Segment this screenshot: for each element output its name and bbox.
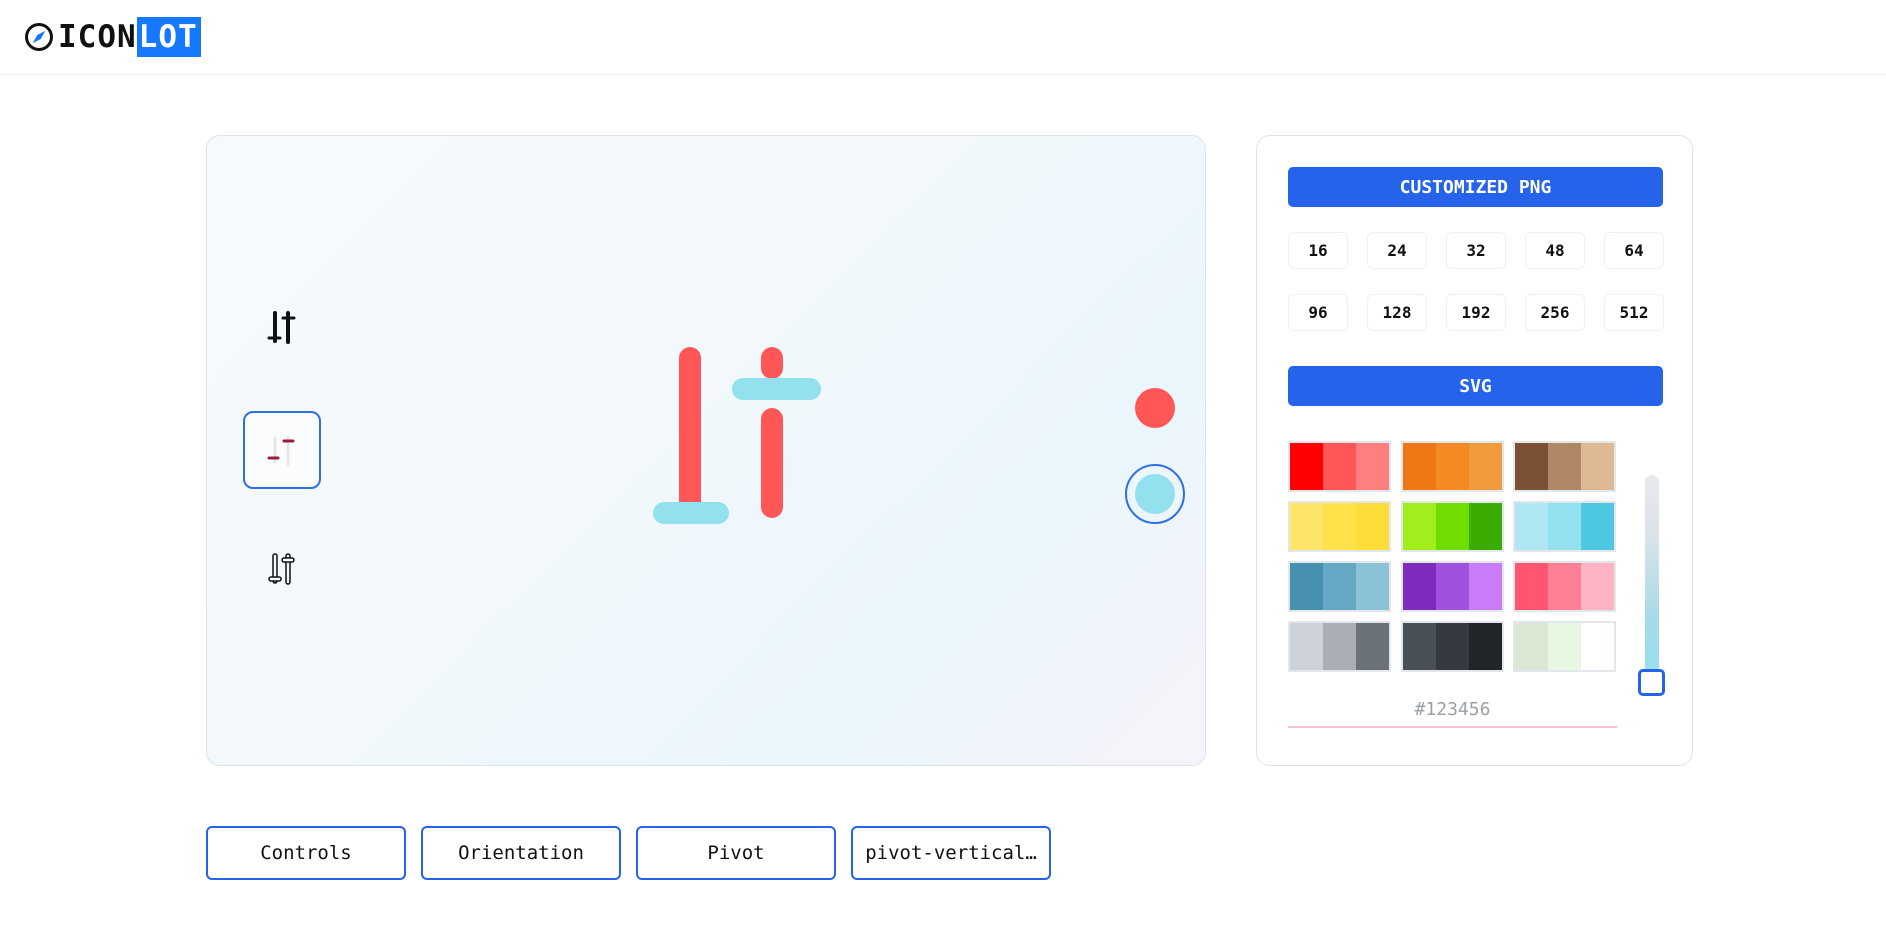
download-png-button[interactable]: CUSTOMIZED PNG bbox=[1288, 167, 1663, 207]
color-palette[interactable] bbox=[1288, 561, 1391, 612]
palette-swatch[interactable] bbox=[1469, 503, 1502, 550]
palette-swatch[interactable] bbox=[1469, 623, 1502, 670]
palette-swatch[interactable] bbox=[1548, 623, 1581, 670]
palette-swatch[interactable] bbox=[1356, 623, 1389, 670]
icon-preview-panel bbox=[206, 135, 1206, 766]
palette-swatch[interactable] bbox=[1356, 503, 1389, 550]
site-header: ICON LOT bbox=[0, 0, 1886, 75]
palette-swatch[interactable] bbox=[1436, 623, 1469, 670]
size-button-16[interactable]: 16 bbox=[1288, 232, 1348, 269]
color-palette[interactable] bbox=[1513, 441, 1616, 492]
color-palette[interactable] bbox=[1288, 441, 1391, 492]
palette-swatch[interactable] bbox=[1323, 623, 1356, 670]
color-palette[interactable] bbox=[1401, 561, 1504, 612]
size-button-48[interactable]: 48 bbox=[1525, 232, 1585, 269]
pivot-vertical-icon bbox=[653, 347, 821, 524]
tag-button[interactable]: Pivot bbox=[636, 826, 836, 880]
color-palette[interactable] bbox=[1513, 621, 1616, 672]
download-panel: CUSTOMIZED PNG SVG 16 24 32 48 64 96 128 192 256… bbox=[1256, 135, 1693, 766]
secondary-color-dot[interactable] bbox=[1125, 464, 1185, 524]
size-button-96[interactable]: 96 bbox=[1288, 294, 1348, 331]
color-palette[interactable] bbox=[1513, 501, 1616, 552]
palette-swatch[interactable] bbox=[1290, 563, 1323, 610]
palette-swatch[interactable] bbox=[1469, 443, 1502, 490]
palette-swatch[interactable] bbox=[1356, 443, 1389, 490]
palette-swatch[interactable] bbox=[1290, 443, 1323, 490]
tag-button[interactable]: Controls bbox=[206, 826, 406, 880]
palette-swatch[interactable] bbox=[1581, 443, 1614, 490]
palette-swatch[interactable] bbox=[1403, 623, 1436, 670]
pivot-vertical-solid-icon bbox=[267, 311, 296, 344]
palette-swatch[interactable] bbox=[1581, 503, 1614, 550]
palette-swatch[interactable] bbox=[1436, 563, 1469, 610]
logo-text-primary: ICON bbox=[58, 19, 137, 55]
palette-swatch[interactable] bbox=[1403, 443, 1436, 490]
palette-swatch[interactable] bbox=[1515, 443, 1548, 490]
color-palette[interactable] bbox=[1513, 561, 1616, 612]
opacity-slider-thumb[interactable] bbox=[1638, 669, 1665, 696]
size-button-64[interactable]: 64 bbox=[1604, 232, 1664, 269]
primary-color-dot[interactable] bbox=[1135, 388, 1175, 428]
palette-swatch[interactable] bbox=[1323, 503, 1356, 550]
palette-swatch[interactable] bbox=[1403, 503, 1436, 550]
palette-swatch[interactable] bbox=[1515, 563, 1548, 610]
color-palette[interactable] bbox=[1401, 501, 1504, 552]
palette-swatch[interactable] bbox=[1290, 503, 1323, 550]
site-logo[interactable]: ICON LOT bbox=[24, 17, 201, 57]
palette-swatch[interactable] bbox=[1548, 443, 1581, 490]
size-button-256[interactable]: 256 bbox=[1525, 294, 1585, 331]
secondary-color-fill bbox=[1135, 474, 1175, 514]
logo-text-highlight: LOT bbox=[136, 17, 201, 57]
palette-swatch[interactable] bbox=[1356, 563, 1389, 610]
download-svg-button[interactable]: SVG bbox=[1288, 366, 1663, 406]
hex-color-input[interactable] bbox=[1288, 692, 1617, 728]
variant-outline[interactable] bbox=[243, 531, 321, 609]
size-button-24[interactable]: 24 bbox=[1367, 232, 1427, 269]
palette-swatch[interactable] bbox=[1290, 623, 1323, 670]
color-palette[interactable] bbox=[1288, 621, 1391, 672]
color-palette[interactable] bbox=[1401, 621, 1504, 672]
color-palette[interactable] bbox=[1401, 441, 1504, 492]
pivot-vertical-outline-icon bbox=[268, 553, 295, 585]
color-palette[interactable] bbox=[1288, 501, 1391, 552]
palette-swatch[interactable] bbox=[1515, 623, 1548, 670]
palette-swatch[interactable] bbox=[1581, 563, 1614, 610]
size-button-32[interactable]: 32 bbox=[1446, 232, 1506, 269]
palette-swatch[interactable] bbox=[1548, 503, 1581, 550]
palette-swatch[interactable] bbox=[1323, 443, 1356, 490]
palette-swatch[interactable] bbox=[1548, 563, 1581, 610]
palette-swatch[interactable] bbox=[1581, 623, 1614, 670]
palette-swatch[interactable] bbox=[1403, 563, 1436, 610]
palette-swatch[interactable] bbox=[1323, 563, 1356, 610]
size-button-192[interactable]: 192 bbox=[1446, 294, 1506, 331]
tag-button[interactable]: Orientation bbox=[421, 826, 621, 880]
size-button-128[interactable]: 128 bbox=[1367, 294, 1427, 331]
variant-solid[interactable] bbox=[243, 290, 321, 368]
variant-duotone[interactable] bbox=[243, 411, 321, 489]
palette-swatch[interactable] bbox=[1436, 503, 1469, 550]
tag-button[interactable]: pivot-vertical… bbox=[851, 826, 1051, 880]
palette-swatch[interactable] bbox=[1469, 563, 1502, 610]
pivot-vertical-duotone-icon bbox=[267, 436, 295, 466]
compass-icon bbox=[25, 23, 53, 51]
opacity-slider-track[interactable] bbox=[1645, 475, 1659, 685]
size-button-512[interactable]: 512 bbox=[1604, 294, 1664, 331]
palette-swatch[interactable] bbox=[1515, 503, 1548, 550]
palette-swatch[interactable] bbox=[1436, 443, 1469, 490]
